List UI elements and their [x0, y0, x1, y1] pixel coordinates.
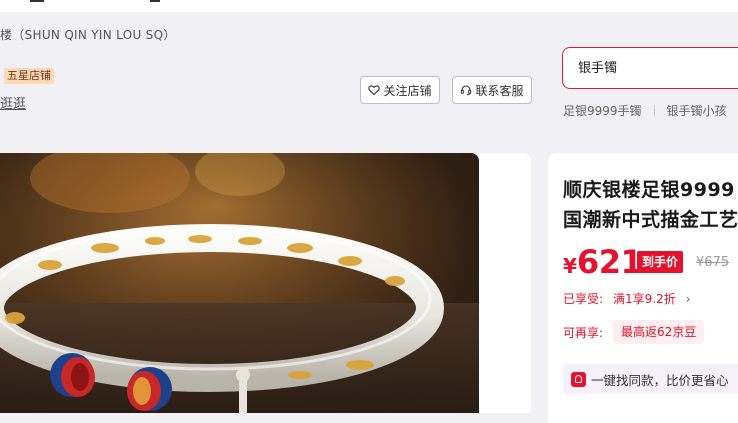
promotion-row[interactable]: 已享受: 满1享9.2折 › — [563, 290, 691, 307]
browse-link[interactable]: 逛逛 — [0, 93, 26, 112]
gallery-spacer — [479, 153, 531, 413]
promotion-label: 已享受: — [563, 292, 604, 306]
bracelet-illustration — [0, 153, 479, 413]
top-mark — [150, 0, 160, 2]
chevron-right-icon: › — [685, 291, 691, 306]
hot-word[interactable]: 足银9999手镯 — [563, 102, 642, 119]
contact-service-label: 联系客服 — [475, 83, 524, 98]
divider — [653, 105, 655, 116]
product-title-line: 国潮新中式描金工艺 — [563, 209, 738, 231]
store-subtitle: 楼（SHUN QIN YIN LOU SQ） — [0, 28, 176, 42]
follow-store-button[interactable]: 关注店铺 — [360, 76, 440, 104]
top-strip — [0, 0, 738, 12]
headset-icon — [461, 85, 472, 96]
hot-word[interactable]: 银手镯小孩 — [667, 102, 727, 119]
search-input[interactable] — [578, 59, 738, 74]
five-star-badge: 五星店铺 — [4, 68, 54, 84]
bag-icon — [571, 371, 586, 387]
original-price: ¥675 — [696, 255, 730, 270]
product-title-line: 顺庆银楼足银9999 — [563, 179, 735, 201]
bean-reward-badge[interactable]: 最高返62京豆 — [613, 320, 705, 344]
store-header: 楼（SHUN QIN YIN LOU SQ） 五星店铺 逛逛 关注店铺 联系客服… — [0, 12, 738, 140]
contact-service-button[interactable]: 联系客服 — [452, 76, 532, 104]
top-mark — [30, 0, 44, 2]
bean-label: 可再享: — [563, 325, 604, 340]
search-box[interactable] — [562, 47, 738, 89]
heart-icon — [368, 85, 381, 96]
find-same-style-label: 一键找同款，比价更省心 — [591, 372, 729, 388]
hot-words: 足银9999手镯 银手镯小孩 — [563, 102, 727, 119]
currency-symbol: ¥ — [563, 254, 577, 278]
product-image[interactable] — [0, 153, 479, 413]
follow-store-label: 关注店铺 — [383, 83, 432, 98]
promotion-value: 满1享9.2折 — [613, 292, 676, 306]
final-price-tag: 到手价 — [637, 251, 684, 273]
find-same-style-bar[interactable]: 一键找同款，比价更省心 — [563, 364, 738, 394]
bean-reward-row: 可再享: 最高返62京豆 — [563, 320, 705, 344]
price-value: 621 — [576, 243, 643, 281]
price-row: ¥ 621 — [563, 243, 643, 281]
